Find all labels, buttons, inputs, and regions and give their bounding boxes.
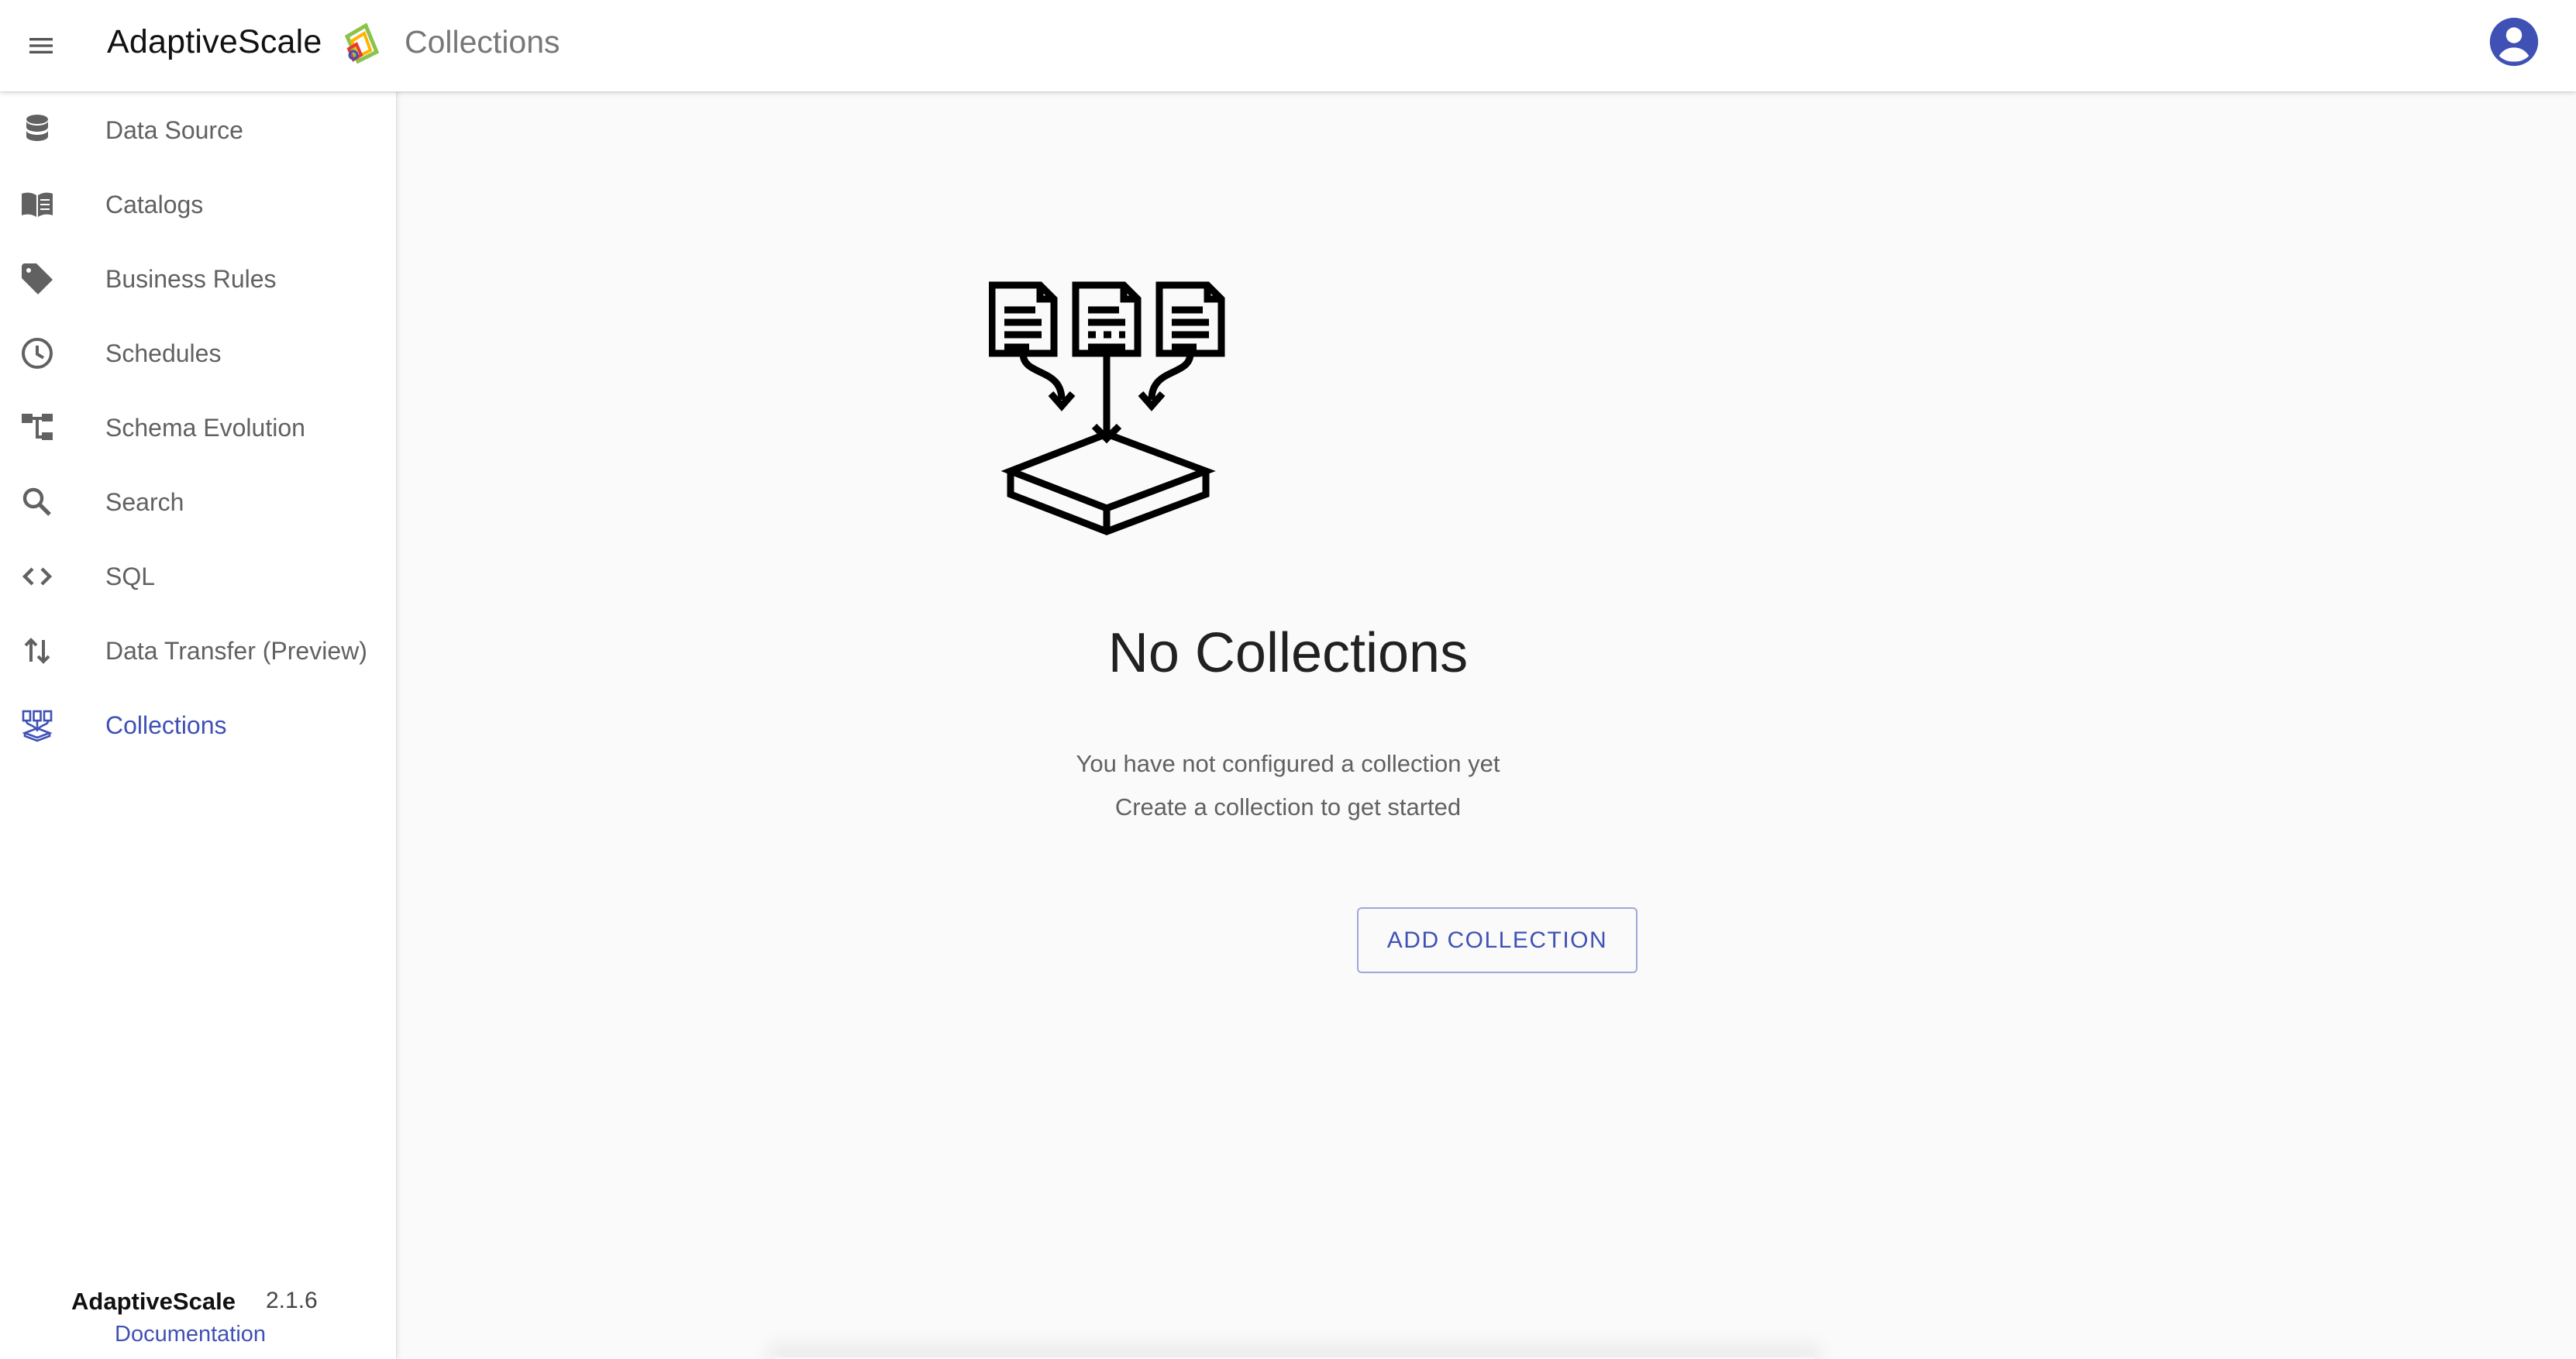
documents-into-box-icon <box>989 281 1225 535</box>
brand-logo-icon <box>344 22 380 64</box>
account-circle-icon[interactable] <box>2488 15 2540 68</box>
add-collection-button[interactable]: ADD COLLECTION <box>1357 907 1638 973</box>
tag-icon <box>15 257 59 301</box>
sidebar-item-label: SQL <box>105 562 156 590</box>
sidebar-item-search[interactable]: Search <box>0 465 397 539</box>
top-app-bar: AdaptiveScale Collections <box>0 0 2576 91</box>
tree-icon <box>15 406 59 449</box>
sidebar-item-business-rules[interactable]: Business Rules <box>0 242 397 316</box>
brand-name: AdaptiveScale <box>107 23 322 60</box>
app-version: 2.1.6 <box>266 1288 318 1313</box>
sidebar: Data Source Catalogs Business Rules Sche… <box>0 91 397 1359</box>
transfer-arrows-icon <box>15 629 59 673</box>
database-icon <box>15 108 59 152</box>
book-icon <box>15 183 59 226</box>
sidebar-item-label: Schedules <box>105 339 222 367</box>
clock-icon <box>15 332 59 375</box>
sidebar-item-label: Schema Evolution <box>105 413 305 442</box>
sidebar-item-label: Collections <box>105 710 227 739</box>
sidebar-item-collections[interactable]: Collections <box>0 688 397 762</box>
sidebar-footer: AdaptiveScale 2.1.6 Documentation <box>0 1277 397 1359</box>
main-content <box>397 91 2576 1359</box>
code-icon <box>15 555 59 598</box>
sidebar-item-label: Data Source <box>105 115 243 144</box>
footer-brand: AdaptiveScale <box>71 1288 236 1315</box>
sidebar-item-sql[interactable]: SQL <box>0 539 397 614</box>
menu-button[interactable] <box>17 22 65 70</box>
sidebar-item-label: Catalogs <box>105 190 204 218</box>
sidebar-item-schedules[interactable]: Schedules <box>0 316 397 390</box>
collections-icon <box>15 704 59 747</box>
sidebar-item-label: Search <box>105 487 184 516</box>
sidebar-item-label: Data Transfer (Preview) <box>105 636 367 665</box>
sidebar-item-schema-evolution[interactable]: Schema Evolution <box>0 390 397 465</box>
sidebar-item-catalogs[interactable]: Catalogs <box>0 167 397 242</box>
sidebar-item-data-transfer[interactable]: Data Transfer (Preview) <box>0 614 397 688</box>
documentation-link[interactable]: Documentation <box>115 1322 266 1347</box>
hamburger-menu-icon <box>29 38 53 53</box>
page-title: Collections <box>405 24 560 60</box>
sidebar-item-label: Business Rules <box>105 264 277 293</box>
search-icon <box>15 480 59 524</box>
sidebar-item-data-source[interactable]: Data Source <box>0 93 397 167</box>
